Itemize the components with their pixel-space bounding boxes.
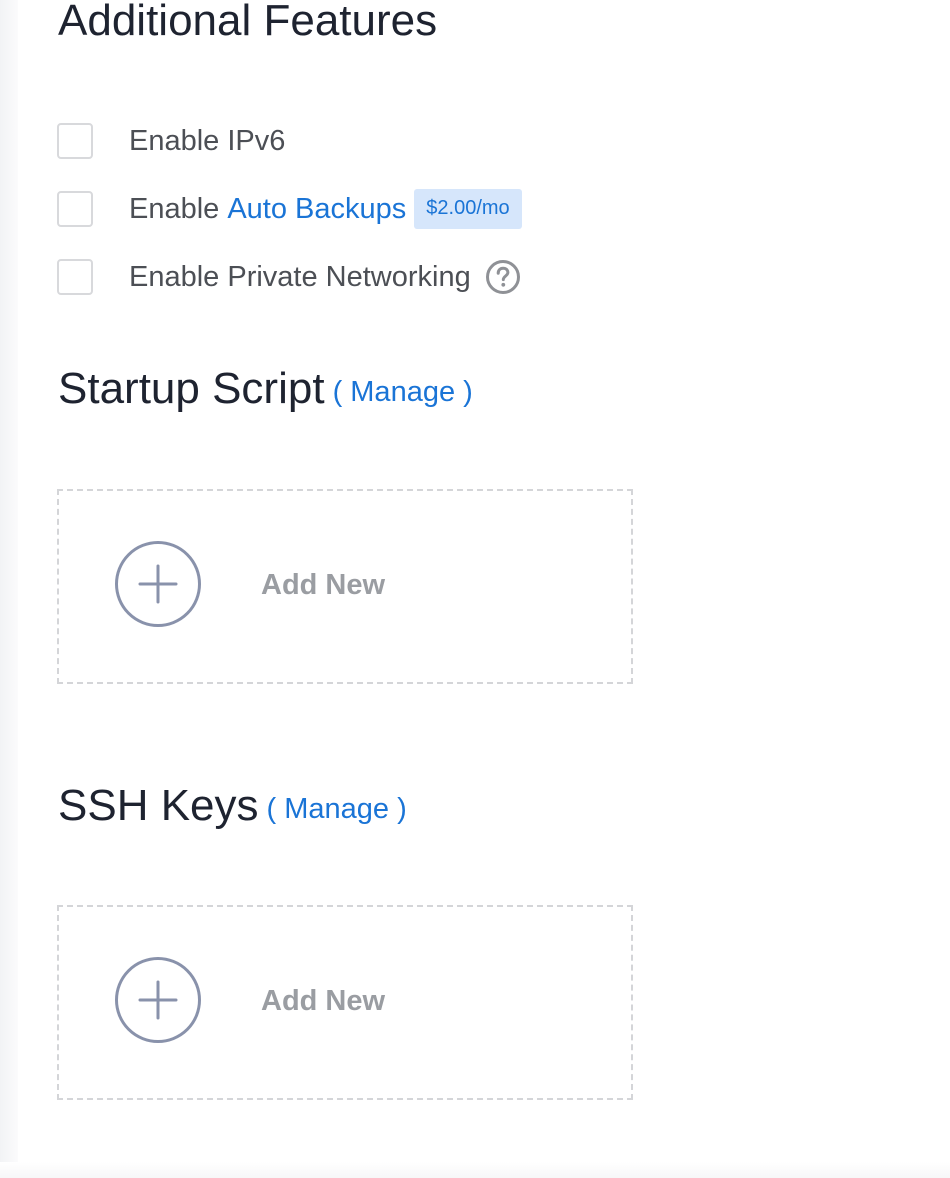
plus-circle-icon [115, 541, 201, 627]
auto-backups-link[interactable]: Auto Backups [227, 193, 406, 226]
auto-backups-price-badge: $2.00/mo [414, 189, 522, 229]
startup-script-manage-link[interactable]: ( Manage ) [333, 376, 473, 408]
ssh-keys-manage-link[interactable]: ( Manage ) [267, 793, 407, 825]
ssh-keys-title-text: SSH Keys [58, 781, 259, 830]
help-circle-icon[interactable] [485, 259, 521, 295]
startup-script-add-new-card[interactable]: Add New [57, 489, 633, 684]
additional-features-title: Additional Features [58, 0, 438, 45]
startup-script-title-text: Startup Script [58, 364, 325, 413]
ssh-keys-add-new-label: Add New [261, 985, 386, 1017]
enable-auto-backups-checkbox[interactable] [57, 191, 93, 227]
option-enable-auto-backups: Enable Auto Backups $2.00/mo [57, 189, 522, 229]
option-enable-private-networking: Enable Private Networking [57, 257, 521, 297]
plus-circle-icon [115, 957, 201, 1043]
option-enable-ipv6: Enable IPv6 [57, 121, 285, 161]
startup-script-add-new-label: Add New [261, 569, 386, 601]
enable-private-networking-checkbox[interactable] [57, 259, 93, 295]
page-gutter [0, 0, 18, 1178]
ssh-keys-add-new-card[interactable]: Add New [57, 905, 633, 1100]
ssh-keys-title: SSH Keys( Manage ) [58, 781, 407, 834]
startup-script-title: Startup Script( Manage ) [58, 364, 473, 417]
enable-ipv6-checkbox[interactable] [57, 123, 93, 159]
enable-ipv6-label: Enable IPv6 [129, 124, 286, 157]
page-bottom-edge [0, 1162, 950, 1178]
enable-private-networking-label: Enable Private Networking [129, 260, 471, 293]
enable-auto-backups-label: Enable [129, 192, 220, 225]
